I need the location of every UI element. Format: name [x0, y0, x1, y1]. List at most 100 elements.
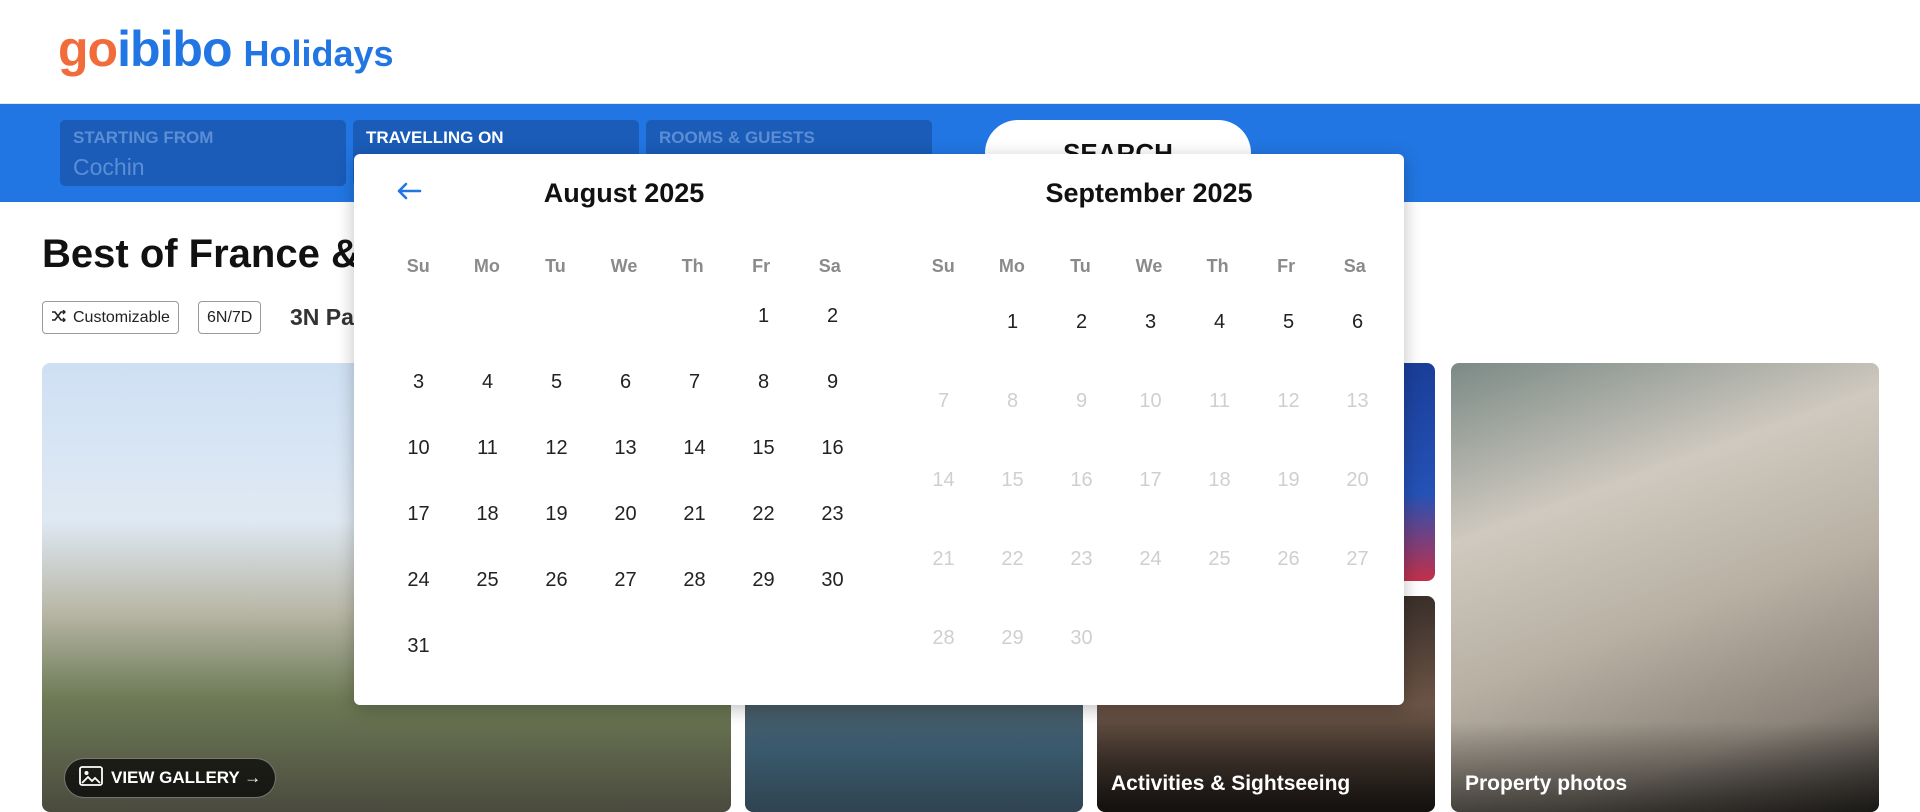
view-gallery-button[interactable]: VIEW GALLERY →: [64, 758, 277, 798]
weekday-row: Su Mo Tu We Th Fr Sa: [384, 256, 864, 277]
calendar-day[interactable]: 3: [1116, 311, 1185, 334]
weekday-label: Su: [406, 256, 430, 276]
calendar-day: 10: [1139, 390, 1162, 412]
gallery-property-photo[interactable]: Property photos: [1451, 363, 1879, 812]
calendar-day[interactable]: 16: [798, 437, 867, 460]
calendar-day[interactable]: 21: [660, 503, 729, 526]
calendar-day: 9: [1075, 390, 1088, 412]
calendar-day[interactable]: 27: [591, 569, 660, 592]
weekday-label: Tu: [545, 256, 566, 276]
rooms-guests-label: ROOMS & GUESTS: [659, 128, 815, 147]
calendar-day[interactable]: 5: [522, 371, 591, 394]
view-gallery-label: VIEW GALLERY →: [111, 768, 262, 787]
calendar-day[interactable]: 19: [522, 503, 591, 526]
calendar-day[interactable]: 29: [729, 569, 798, 592]
calendar-day[interactable]: 30: [798, 569, 867, 592]
travelling-on-label: TRAVELLING ON: [366, 128, 504, 147]
calendar-day: 24: [1139, 548, 1162, 570]
weekday-label: Th: [681, 256, 704, 276]
weekday-label: Th: [1206, 256, 1229, 276]
calendar-day: 19: [1277, 469, 1300, 491]
property-caption: Property photos: [1465, 772, 1628, 795]
nights-summary: 3N Pa: [290, 304, 354, 330]
weekday-label: Su: [931, 256, 955, 276]
calendar-day[interactable]: 24: [384, 569, 453, 592]
month-title: August 2025: [543, 178, 705, 208]
calendar-day: 14: [932, 469, 955, 491]
calendar-day: 25: [1208, 548, 1231, 570]
month-title: September 2025: [1045, 178, 1253, 208]
calendar-day: 12: [1277, 390, 1300, 412]
starting-from-field[interactable]: STARTING FROM Cochin: [60, 120, 346, 186]
calendar-day[interactable]: 6: [1323, 311, 1392, 334]
calendar-day: 13: [1346, 390, 1369, 412]
calendar-day[interactable]: 7: [660, 371, 729, 394]
calendar-day[interactable]: 15: [729, 437, 798, 460]
weekday-label: Fr: [1277, 256, 1296, 276]
weekday-row: Su Mo Tu We Th Fr Sa: [909, 256, 1389, 277]
starting-from-label: STARTING FROM: [73, 128, 214, 147]
calendar-day[interactable]: 2: [798, 305, 867, 328]
calendar-day: 8: [1006, 390, 1019, 412]
calendar-day[interactable]: 14: [660, 437, 729, 460]
calendar-day: 20: [1346, 469, 1369, 491]
logo-ibibo: ibibo: [117, 21, 232, 77]
calendar-day[interactable]: 22: [729, 503, 798, 526]
calendar-day: 18: [1208, 469, 1231, 491]
calendar-day: 30: [1070, 627, 1093, 649]
calendar-day: 27: [1346, 548, 1369, 570]
calendar-day[interactable]: 1: [729, 305, 798, 328]
calendar-day[interactable]: 5: [1254, 311, 1323, 334]
starting-from-value: Cochin: [73, 154, 145, 180]
calendar-day[interactable]: 23: [798, 503, 867, 526]
caption-shade: [1097, 722, 1435, 812]
calendar-day[interactable]: 31: [384, 635, 453, 658]
calendar-day: 26: [1277, 548, 1300, 570]
calendar-day[interactable]: 28: [660, 569, 729, 592]
calendar-day[interactable]: 3: [384, 371, 453, 394]
calendar-day: 28: [932, 627, 955, 649]
customizable-tag: Customizable: [42, 301, 179, 334]
calendar-day[interactable]: 12: [522, 437, 591, 460]
weekday-label: Fr: [752, 256, 771, 276]
weekday-label: We: [610, 256, 638, 276]
calendar-day: 17: [1139, 469, 1162, 491]
calendar-day[interactable]: 13: [591, 437, 660, 460]
calendar-day[interactable]: 25: [453, 569, 522, 592]
calendar-day[interactable]: 18: [453, 503, 522, 526]
calendar-day: 22: [1001, 548, 1024, 570]
calendar-day[interactable]: 2: [1047, 311, 1116, 334]
calendar-day[interactable]: 10: [384, 437, 453, 460]
date-picker-popup: August 2025 Su Mo Tu We Th Fr Sa 1234567…: [354, 154, 1404, 705]
calendar-day[interactable]: 1: [978, 311, 1047, 334]
duration-tag: 6N/7D: [198, 301, 262, 334]
calendar-day: 7: [937, 390, 950, 412]
calendar-day[interactable]: 4: [1185, 311, 1254, 334]
logo-go: go: [58, 21, 118, 77]
calendar-day[interactable]: 26: [522, 569, 591, 592]
weekday-label: Mo: [998, 256, 1025, 276]
calendar-day[interactable]: 4: [453, 371, 522, 394]
weekday-label: Tu: [1070, 256, 1091, 276]
calendar-day: 21: [932, 548, 955, 570]
caption-shade: [1451, 722, 1879, 812]
calendar-day[interactable]: 8: [729, 371, 798, 394]
goibibo-holidays-logo[interactable]: go ibibo Holidays: [58, 20, 394, 78]
weekday-label: Sa: [1343, 256, 1366, 276]
calendar-day: 15: [1001, 469, 1024, 491]
logo-holidays: Holidays: [243, 33, 394, 74]
calendar-day[interactable]: 17: [384, 503, 453, 526]
customizable-tag-label: Customizable: [73, 309, 170, 326]
calendar-day: 16: [1070, 469, 1093, 491]
image-icon: [79, 765, 103, 791]
calendar-day[interactable]: 9: [798, 371, 867, 394]
calendar-day[interactable]: 20: [591, 503, 660, 526]
shuffle-icon: [51, 302, 67, 333]
calendar-day[interactable]: 6: [591, 371, 660, 394]
weekday-label: Sa: [818, 256, 841, 276]
weekday-label: We: [1135, 256, 1163, 276]
calendar-day: 29: [1001, 627, 1024, 649]
calendar-day: 23: [1070, 548, 1093, 570]
calendar-day[interactable]: 11: [453, 437, 522, 460]
package-title: Best of France &: [42, 232, 360, 276]
